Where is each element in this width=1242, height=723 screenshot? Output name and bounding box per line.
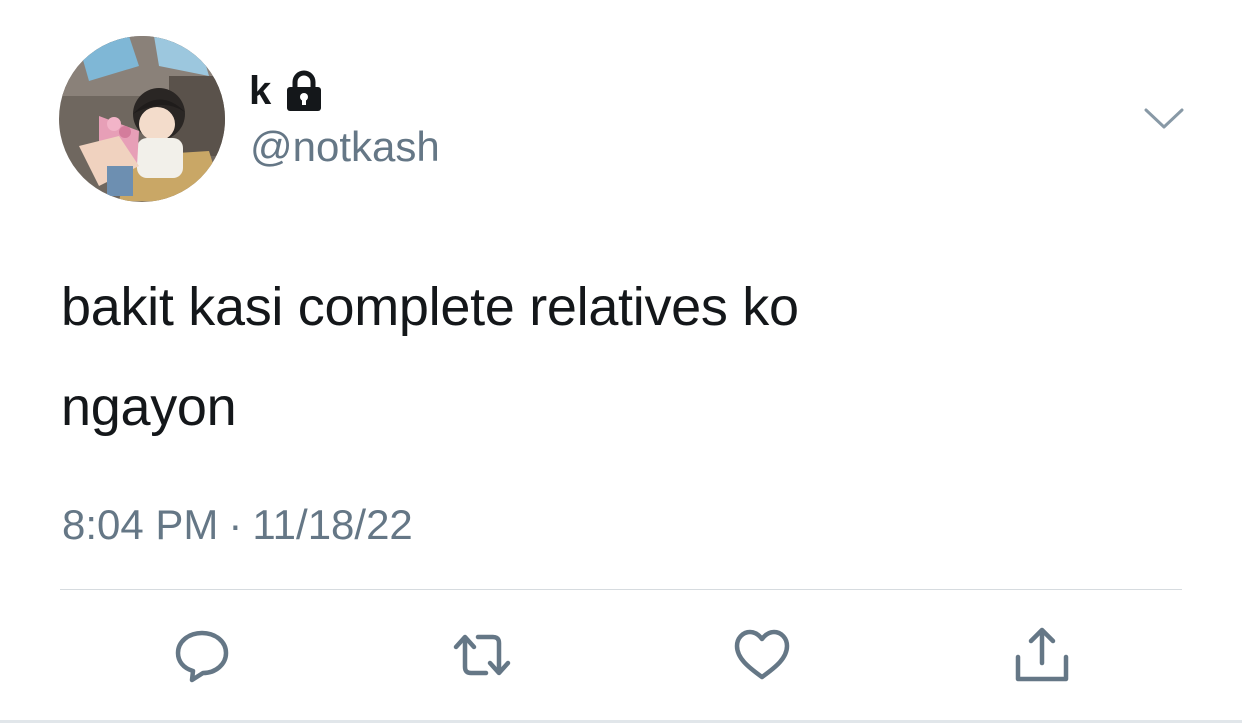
timestamp[interactable]: 8:04 PM · 11/18/22 xyxy=(62,500,413,550)
avatar-image xyxy=(59,36,225,202)
tweet-text: bakit kasi complete relatives ko ngayon xyxy=(61,257,1181,457)
lock-icon xyxy=(283,69,325,113)
avatar[interactable] xyxy=(59,36,225,202)
like-button[interactable] xyxy=(730,623,794,687)
tweet-text-line: bakit kasi complete relatives ko xyxy=(61,277,799,337)
reply-icon xyxy=(175,630,229,683)
share-button[interactable] xyxy=(1010,623,1074,687)
chevron-down-icon[interactable] xyxy=(1143,105,1185,133)
display-name-row: k xyxy=(249,66,325,116)
timestamp-separator: · xyxy=(228,501,243,548)
tweet-card: k @notkash bakit kasi complete relatives… xyxy=(0,0,1242,723)
reply-button[interactable] xyxy=(170,623,234,687)
divider xyxy=(60,589,1182,590)
tweet-date: 11/18/22 xyxy=(252,501,413,548)
tweet-text-line: ngayon xyxy=(61,377,237,437)
heart-icon xyxy=(734,629,790,680)
tweet-time: 8:04 PM xyxy=(62,501,219,548)
user-handle[interactable]: @notkash xyxy=(250,123,440,170)
share-icon xyxy=(1015,627,1069,682)
retweet-icon xyxy=(453,634,511,676)
display-name[interactable]: k xyxy=(249,71,271,111)
retweet-button[interactable] xyxy=(450,623,514,687)
